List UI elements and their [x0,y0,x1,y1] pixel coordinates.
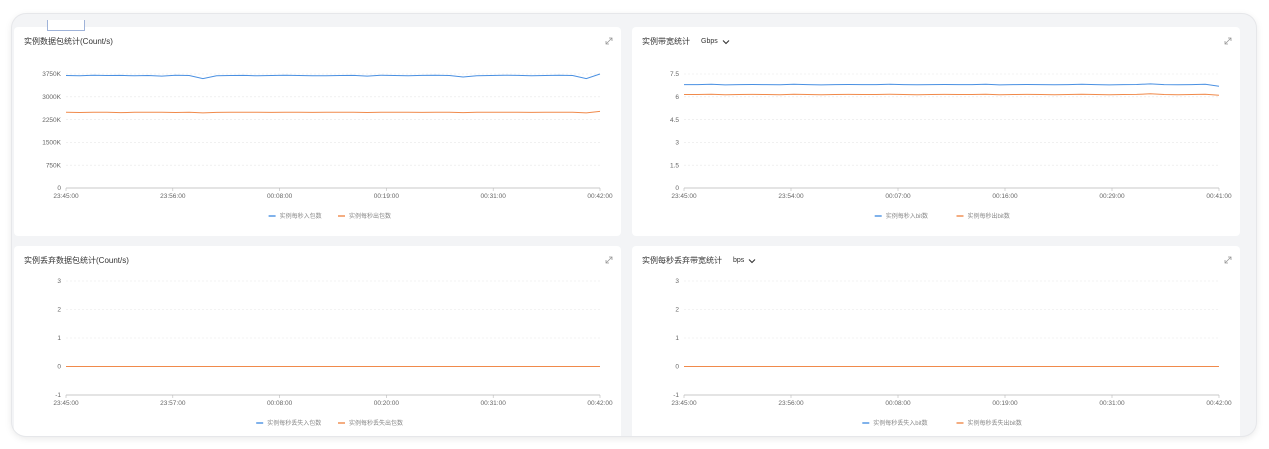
legend-label: 实例每秒丢失出包数 [349,419,403,427]
y-tick-label: 3 [675,278,679,285]
legend-item[interactable]: 实例每秒丢失入bit数 [862,419,928,427]
dropped-packet-panel: 实例丢弃数据包统计(Count/s) -1 0 1 2 3 23:45:00 23:57:0… [14,246,621,436]
dropped-packet-chart: -1 0 1 2 3 23:45:00 23:57:00 00:08:00 00:20:00 00… [53,278,613,427]
x-tick-label: 00:31:00 [1099,400,1125,407]
x-tick-label: 00:42:00 [587,193,613,200]
y-tick-label: 750K [46,162,62,169]
y-tick-label: 2 [57,307,61,314]
y-tick-label: 3750K [42,71,61,78]
legend: 实例每秒丢失入包数 实例每秒丢失出包数 [256,419,403,427]
legend-item[interactable]: 实例每秒丢失出包数 [338,419,403,427]
x-tick-label: 00:19:00 [992,400,1018,407]
x-tick-label: 00:08:00 [267,193,293,200]
packet-stats-panel: 实例数据包统计(Count/s) 0 750K 1500K 2250K 3000K 375… [14,27,621,236]
y-tick-label: 6 [675,94,679,101]
x-tick-label: 00:42:00 [587,400,613,407]
legend-label: 实例每秒入包数 [280,212,322,220]
x-tick-label: 23:45:00 [671,193,697,200]
y-tick-label: 0 [57,364,61,371]
bandwidth-chart: 0 1.5 3 4.5 6 7.5 23:45:00 23:54:00 00:07:00 00:1… [670,71,1232,220]
legend: 实例每秒丢失入bit数 实例每秒丢失出bit数 [862,419,1022,427]
y-tick-label: 1500K [42,140,61,147]
x-tick-label: 23:56:00 [160,193,186,200]
legend-label: 实例每秒出包数 [349,212,391,220]
legend-label: 实例每秒入bit数 [886,212,928,220]
y-tick-label: -1 [673,392,679,399]
packet-chart: 0 750K 1500K 2250K 3000K 3750K 23:45:00 23:56:0… [42,71,613,220]
bandwidth-stats-panel: 实例带宽统计 Gbps 0 1.5 3 4.5 6 7.5 23:45:00 23:54:00… [632,27,1240,236]
x-tick-label: 23:56:00 [778,400,804,407]
y-tick-label: 0 [57,185,61,192]
x-tick-label: 00:08:00 [885,400,911,407]
x-tick-label: 00:29:00 [1099,193,1125,200]
y-tick-label: 3000K [42,94,61,101]
series-line-out [684,93,1220,96]
x-tick-label: 23:54:00 [778,193,804,200]
x-tick-label: 00:31:00 [481,193,507,200]
legend-label: 实例每秒丢失出bit数 [968,419,1022,427]
y-tick-label: 3 [675,140,679,147]
legend-item[interactable]: 实例每秒丢失出bit数 [956,419,1022,427]
y-tick-label: 1.5 [670,162,679,169]
x-tick-label: 23:45:00 [53,400,79,407]
dropped-bandwidth-chart: -1 0 1 2 3 23:45:00 23:56:00 00:08:00 00:19:00 00… [671,278,1232,427]
dashboard-frame: 实例数据包统计(Count/s) 0 750K 1500K 2250K 3000K 375… [12,14,1256,436]
y-tick-label: -1 [55,392,61,399]
x-tick-label: 23:45:00 [671,400,697,407]
legend: 实例每秒入bit数 实例每秒出bit数 [874,212,1010,220]
x-tick-label: 00:16:00 [992,193,1018,200]
y-tick-label: 2 [675,307,679,314]
x-tick-label: 00:31:00 [481,400,507,407]
legend-label: 实例每秒丢失入包数 [267,419,321,427]
top-tab[interactable] [47,20,85,31]
y-tick-label: 7.5 [670,71,679,78]
series-line-in [684,83,1220,87]
dropped-bandwidth-panel: 实例每秒丢弃带宽统计 bps -1 0 1 2 3 23:45:00 23:56:00 00:… [632,246,1240,436]
x-tick-label: 23:45:00 [53,193,79,200]
x-tick-label: 00:42:00 [1206,400,1232,407]
y-tick-label: 1 [57,335,61,342]
y-tick-label: 0 [675,364,679,371]
x-tick-label: 00:07:00 [885,193,911,200]
x-tick-label: 00:41:00 [1206,193,1232,200]
legend-label: 实例每秒丢失入bit数 [873,419,927,427]
y-tick-label: 4.5 [670,117,679,124]
legend: 实例每秒入包数 实例每秒出包数 [268,212,391,220]
x-tick-label: 00:08:00 [267,400,293,407]
x-tick-label: 23:57:00 [160,400,186,407]
y-tick-label: 1 [675,335,679,342]
legend-label: 实例每秒出bit数 [968,212,1010,220]
legend-item[interactable]: 实例每秒出bit数 [956,212,1010,220]
legend-item[interactable]: 实例每秒入包数 [268,212,322,220]
series-line-out [65,110,601,114]
y-tick-label: 2250K [42,117,61,124]
x-tick-label: 00:19:00 [374,193,400,200]
y-tick-label: 3 [57,278,61,285]
legend-item[interactable]: 实例每秒出包数 [338,212,391,220]
legend-item[interactable]: 实例每秒入bit数 [874,212,928,220]
y-tick-label: 0 [675,185,679,192]
x-tick-label: 00:20:00 [374,400,400,407]
legend-item[interactable]: 实例每秒丢失入包数 [256,419,321,427]
series-line-in [65,73,601,80]
